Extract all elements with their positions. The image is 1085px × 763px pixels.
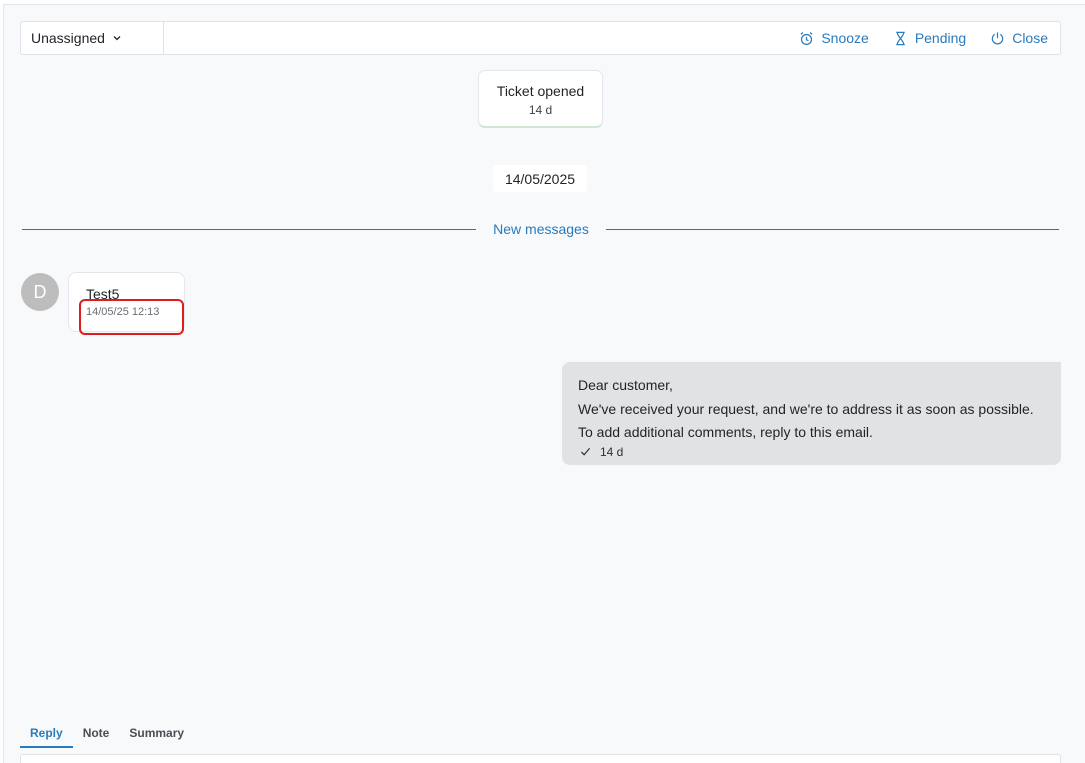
close-ticket-button[interactable]: Close (990, 30, 1048, 46)
checkmark-icon (580, 447, 591, 456)
outgoing-message-line: We've received your request, and we're t… (578, 400, 1034, 417)
avatar: D (21, 273, 59, 311)
ticket-opened-event: Ticket opened 14 d (478, 70, 603, 128)
event-age: 14 d (528, 103, 553, 117)
alarm-clock-icon (800, 31, 813, 45)
tab-reply[interactable]: Reply (20, 724, 73, 748)
event-title: Ticket opened (496, 83, 585, 99)
new-messages-divider-left (22, 229, 476, 230)
incoming-message-text: Test5 (86, 286, 120, 302)
assignee-label: Unassigned (31, 30, 105, 46)
close-label: Close (1012, 30, 1048, 46)
snooze-button[interactable]: Snooze (799, 30, 869, 46)
outgoing-message-line: Dear customer, (578, 377, 673, 393)
ticket-toolbar: Unassigned Snooze Pending Close (20, 21, 1061, 55)
new-messages-divider-right (606, 229, 1059, 230)
tab-note[interactable]: Note (73, 724, 120, 748)
chevron-down-icon (113, 36, 121, 41)
hourglass-icon (896, 31, 905, 45)
new-messages-label: New messages (493, 221, 589, 237)
outgoing-message-line: To add additional comments, reply to thi… (578, 424, 873, 440)
outgoing-message: Dear customer, We've received your reque… (562, 362, 1061, 465)
date-separator: 14/05/2025 (493, 165, 587, 192)
outgoing-message-meta: 14 d (578, 445, 1045, 459)
tab-summary[interactable]: Summary (119, 724, 194, 748)
compose-tabs: Reply Note Summary (20, 724, 194, 748)
snooze-label: Snooze (821, 30, 869, 46)
power-icon (991, 31, 1004, 44)
reply-editor[interactable] (20, 754, 1061, 763)
assignee-dropdown[interactable]: Unassigned (21, 22, 164, 54)
outgoing-message-age: 14 d (600, 444, 624, 459)
pending-button[interactable]: Pending (893, 30, 966, 46)
incoming-message-timestamp: 14/05/25 12:13 (86, 306, 160, 318)
pending-label: Pending (914, 30, 967, 46)
incoming-message: Test5 14/05/25 12:13 (68, 272, 185, 332)
ticket-actions: Snooze Pending Close (775, 30, 1060, 46)
